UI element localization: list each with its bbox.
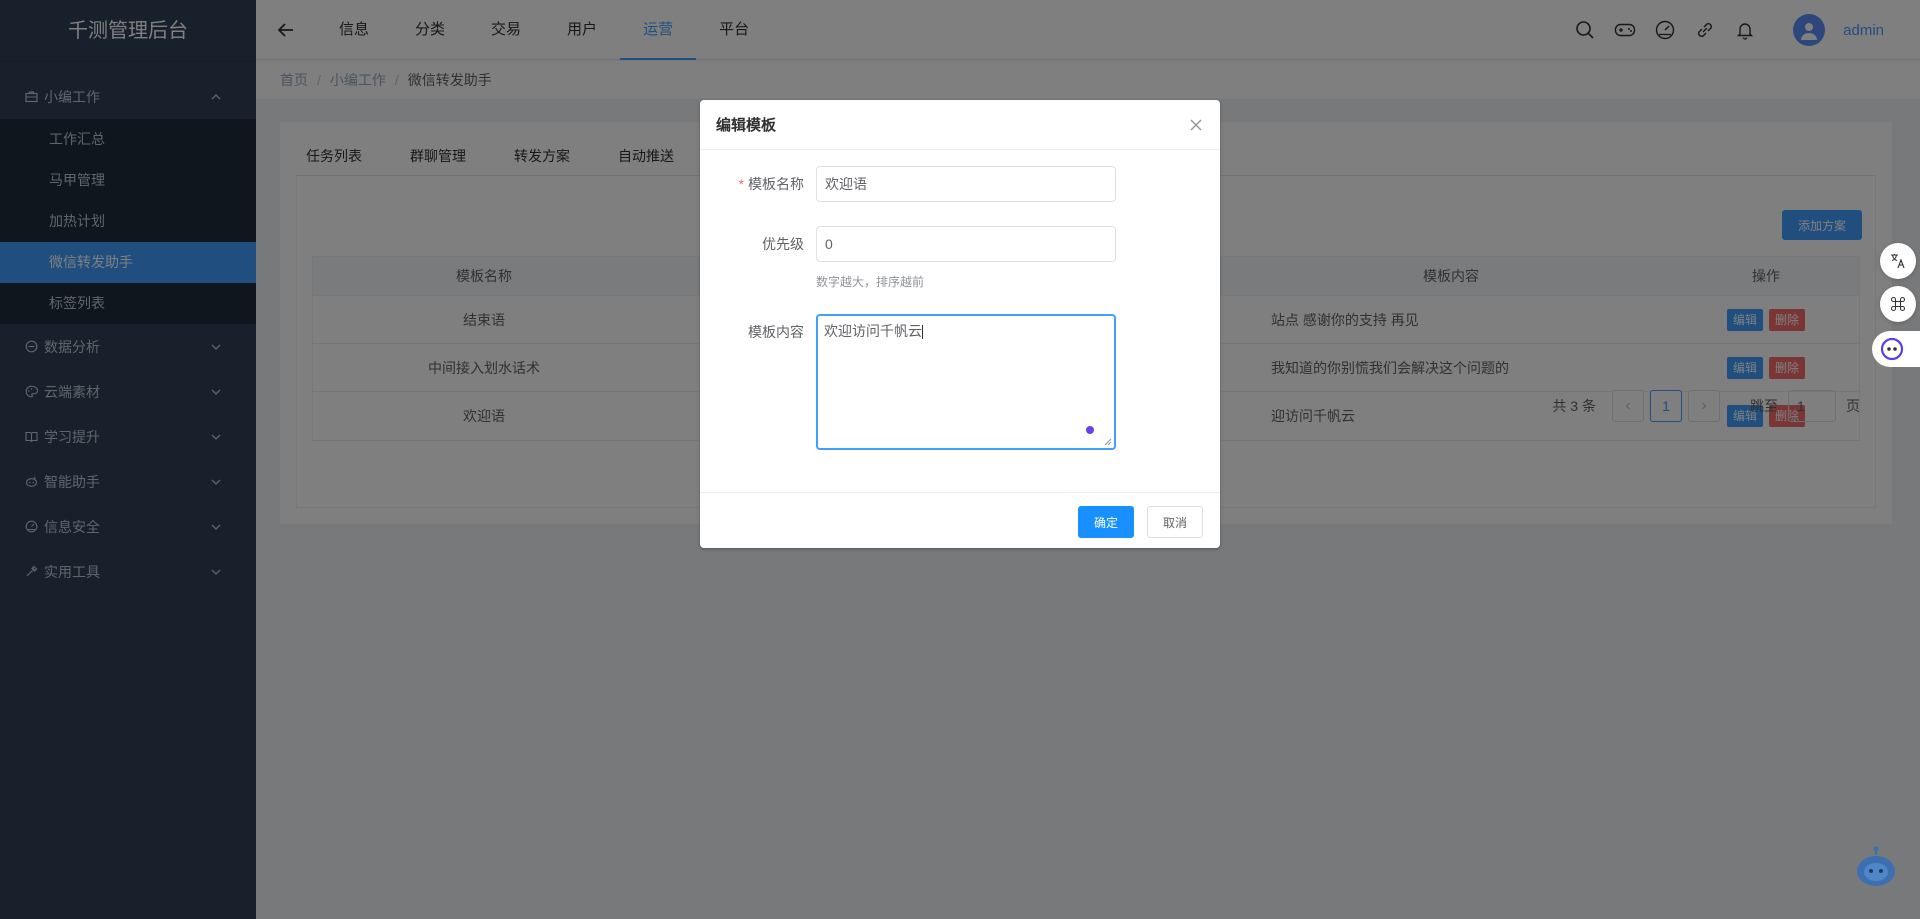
confirm-button[interactable]: 确定 bbox=[1078, 506, 1134, 538]
assistant-face-icon bbox=[1880, 337, 1904, 361]
form-label-priority: 优先级 bbox=[762, 236, 804, 252]
template-name-input[interactable]: 欢迎语 bbox=[816, 166, 1116, 202]
grammarly-dot-icon[interactable] bbox=[1086, 426, 1094, 434]
form-row-content: 模板内容 欢迎访问千帆云 bbox=[700, 314, 1220, 450]
form-row-name: * 模板名称 欢迎语 bbox=[700, 166, 1220, 202]
text-caret bbox=[922, 325, 923, 340]
required-mark: * bbox=[738, 176, 744, 192]
template-content-textarea[interactable]: 欢迎访问千帆云 bbox=[816, 314, 1116, 450]
chat-robot-icon[interactable] bbox=[1854, 845, 1898, 889]
cancel-button[interactable]: 取消 bbox=[1147, 506, 1203, 538]
assistant-tab[interactable] bbox=[1872, 331, 1920, 367]
textarea-value: 欢迎访问千帆云 bbox=[824, 323, 922, 339]
translate-icon[interactable] bbox=[1880, 243, 1916, 279]
edit-template-dialog: 编辑模板 * 模板名称 欢迎语 优先级 0 数字越大，排序越前 模板内容 欢迎访问… bbox=[700, 100, 1220, 548]
form-label-name: * 模板名称 bbox=[738, 176, 804, 192]
resize-grip-icon[interactable] bbox=[1104, 438, 1112, 446]
priority-input[interactable]: 0 bbox=[816, 226, 1116, 262]
form-row-priority: 优先级 0 bbox=[700, 226, 1220, 262]
dialog-header: 编辑模板 bbox=[700, 100, 1220, 150]
form-label-content: 模板内容 bbox=[748, 324, 804, 340]
command-icon[interactable] bbox=[1880, 286, 1916, 322]
dialog-footer: 确定 取消 bbox=[700, 492, 1220, 548]
close-icon[interactable] bbox=[1188, 117, 1204, 133]
dialog-title: 编辑模板 bbox=[716, 117, 777, 134]
priority-hint: 数字越大，排序越前 bbox=[816, 275, 925, 289]
